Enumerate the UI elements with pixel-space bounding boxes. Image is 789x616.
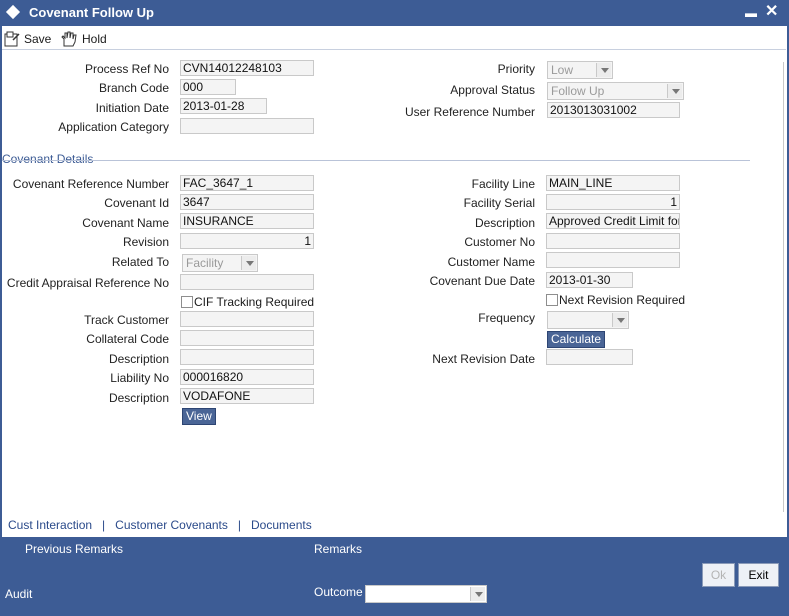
customer-no-label: Customer No (464, 235, 535, 249)
minimize-icon[interactable]: ▬ (745, 3, 757, 23)
covenant-name-field[interactable]: INSURANCE (180, 213, 314, 229)
toolbar: Save Hold (2, 26, 787, 50)
credit-appraisal-reference-no-field[interactable] (180, 274, 314, 290)
frequency-label: Frequency (478, 311, 535, 325)
related-to-value: Facility (186, 256, 224, 270)
bottom-links: Cust Interaction | Customer Covenants | Docu… (8, 518, 312, 532)
approval-status-label: Approval Status (450, 83, 535, 97)
documents-link[interactable]: Documents (251, 518, 312, 532)
user-reference-number-field[interactable]: 2013013031002 (547, 102, 680, 118)
priority-label: Priority (497, 62, 535, 76)
footer-panel: Previous Remarks Remarks Audit Outcome O… (2, 537, 787, 614)
ok-button[interactable]: Ok (702, 563, 735, 587)
remarks-label[interactable]: Remarks (314, 542, 362, 556)
facility-serial-field[interactable]: 1 (546, 194, 680, 210)
outcome-label: Outcome (314, 585, 363, 599)
approval-status-value: Follow Up (551, 84, 605, 98)
save-button[interactable]: Save (4, 31, 51, 47)
title-bar: Covenant Follow Up ▬ ✕ (0, 0, 789, 26)
facility-description-field[interactable]: Approved Credit Limit for (546, 213, 680, 229)
next-revision-required-label: Next Revision Required (559, 293, 686, 307)
hold-button[interactable]: Hold (60, 31, 107, 47)
hold-label: Hold (82, 32, 107, 46)
customer-name-label: Customer Name (447, 255, 535, 269)
chevron-down-icon (470, 587, 485, 601)
branch-code-label: Branch Code (98, 81, 169, 95)
liability-no-label: Liability No (110, 371, 169, 385)
section-divider (2, 160, 750, 161)
description-label: Description (108, 352, 169, 366)
hand-icon (61, 31, 77, 47)
initiation-date-field[interactable]: 2013-01-28 (180, 98, 267, 114)
checkbox-icon[interactable] (181, 296, 193, 308)
section-title: Covenant Details (2, 152, 94, 166)
collateral-code-field[interactable] (180, 330, 314, 346)
related-to-select[interactable]: Facility (182, 254, 258, 272)
description-field[interactable] (180, 349, 314, 365)
track-customer-label: Track Customer (84, 313, 169, 327)
previous-remarks-label[interactable]: Previous Remarks (25, 542, 123, 556)
covenant-due-date-label: Covenant Due Date (429, 274, 535, 288)
revision-field[interactable]: 1 (180, 233, 314, 249)
collateral-code-label: Collateral Code (86, 332, 169, 346)
related-to-label: Related To (111, 255, 169, 269)
toolbar-divider (2, 49, 786, 50)
next-revision-date-field[interactable] (546, 349, 633, 365)
revision-label: Revision (122, 235, 169, 249)
chevron-down-icon (241, 256, 256, 270)
liability-description-label: Description (108, 391, 169, 405)
cif-tracking-required-label: CIF Tracking Required (194, 295, 315, 309)
save-label: Save (24, 32, 52, 46)
frequency-select[interactable] (547, 311, 629, 329)
app-diamond-icon (5, 4, 21, 20)
next-revision-required-checkbox[interactable]: Next Revision Required (546, 293, 685, 307)
view-button[interactable]: View (182, 408, 216, 425)
cif-tracking-required-checkbox[interactable]: CIF Tracking Required (181, 295, 314, 309)
covenant-reference-number-field[interactable]: FAC_3647_1 (180, 175, 314, 191)
save-icon (4, 31, 20, 47)
facility-description-label: Description (474, 216, 535, 230)
covenant-name-label: Covenant Name (82, 216, 169, 230)
calculate-button[interactable]: Calculate (547, 331, 606, 348)
track-customer-field[interactable] (180, 311, 314, 327)
credit-appraisal-reference-no-label: Credit Appraisal Reference No (6, 276, 169, 290)
audit-button[interactable]: Audit (5, 587, 32, 601)
customer-name-field[interactable] (546, 252, 680, 268)
close-icon[interactable]: ✕ (765, 2, 778, 22)
cust-interaction-link[interactable]: Cust Interaction (8, 518, 92, 532)
window-title: Covenant Follow Up (29, 5, 154, 20)
application-category-field[interactable] (180, 118, 314, 134)
priority-value: Low (551, 63, 574, 77)
process-ref-no-label: Process Ref No (84, 62, 169, 76)
customer-no-field[interactable] (546, 233, 680, 249)
process-ref-no-field[interactable]: CVN14012248103 (180, 60, 314, 76)
facility-serial-label: Facility Serial (463, 196, 535, 210)
liability-description-field[interactable]: VODAFONE (180, 388, 314, 404)
application-category-label: Application Category (58, 120, 169, 134)
scrollbar[interactable] (783, 62, 787, 512)
priority-select[interactable]: Low (547, 61, 613, 79)
covenant-id-field[interactable]: 3647 (180, 194, 314, 210)
branch-code-field[interactable]: 000 (180, 79, 236, 95)
approval-status-select[interactable]: Follow Up (547, 82, 684, 100)
user-reference-number-label: User Reference Number (404, 105, 535, 119)
covenant-reference-number-label: Covenant Reference Number (12, 177, 169, 191)
exit-button[interactable]: Exit (738, 563, 779, 587)
link-separator: | (102, 518, 106, 532)
customer-covenants-link[interactable]: Customer Covenants (115, 518, 228, 532)
liability-no-field[interactable]: 000016820 (180, 369, 314, 385)
link-separator: | (237, 518, 242, 532)
chevron-down-icon (667, 84, 682, 98)
facility-line-label: Facility Line (471, 177, 535, 191)
outcome-select[interactable] (365, 585, 487, 603)
initiation-date-label: Initiation Date (95, 101, 169, 115)
facility-line-field[interactable]: MAIN_LINE (546, 175, 680, 191)
chevron-down-icon (612, 313, 627, 327)
covenant-due-date-field[interactable]: 2013-01-30 (546, 272, 633, 288)
next-revision-date-label: Next Revision Date (432, 352, 535, 366)
chevron-down-icon (596, 63, 611, 77)
covenant-id-label: Covenant Id (104, 196, 169, 210)
checkbox-icon[interactable] (546, 294, 558, 306)
